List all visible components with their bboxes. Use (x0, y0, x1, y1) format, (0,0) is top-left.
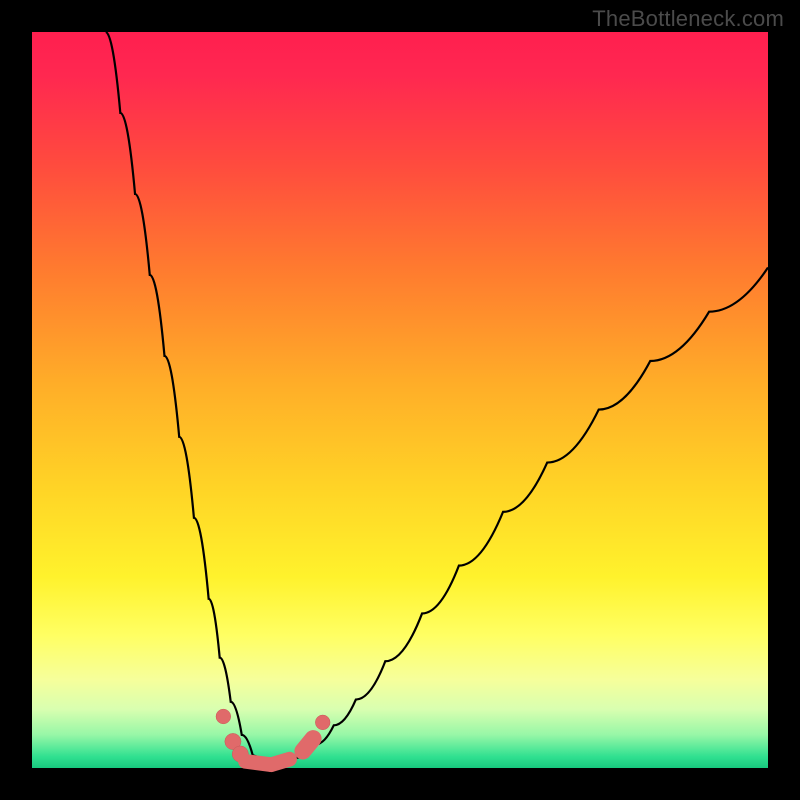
marker-pt-a (216, 709, 231, 724)
marker-seg-e (271, 759, 289, 765)
plot-area (32, 32, 768, 768)
marker-seg-f (303, 739, 313, 752)
watermark-text: TheBottleneck.com (592, 6, 784, 32)
curve-right-branch (271, 268, 768, 766)
chart-frame: TheBottleneck.com (0, 0, 800, 800)
curve-layer (32, 32, 768, 768)
curve-left-branch (106, 32, 272, 766)
marker-group (216, 709, 330, 765)
marker-pt-g (315, 715, 330, 730)
